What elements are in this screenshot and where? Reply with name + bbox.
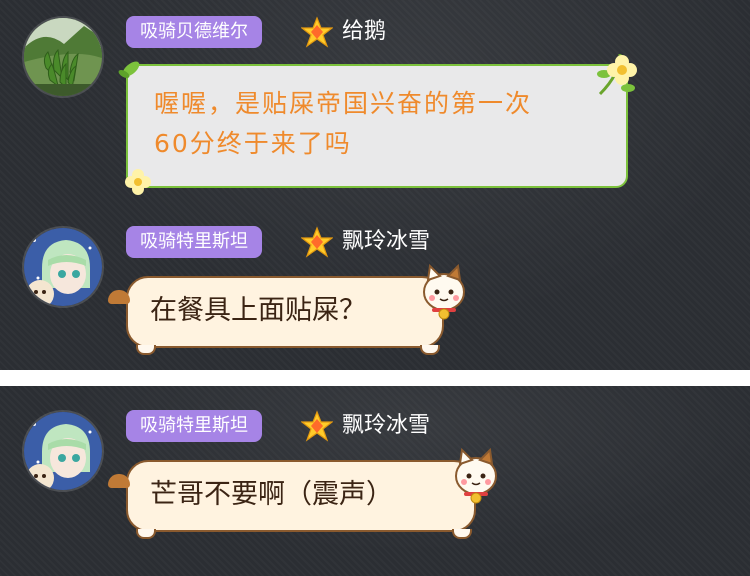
username[interactable]: 给鹅 <box>342 16 386 48</box>
user-title-badge: 吸骑特里斯坦 <box>126 226 262 258</box>
user-title-badge: 吸骑特里斯坦 <box>126 410 262 442</box>
cat-paw-decoration <box>452 529 472 539</box>
message-bubble[interactable]: 喔喔，是贴屎帝国兴奋的第一次 60分终于来了吗 <box>126 64 628 188</box>
message-text: 芒哥不要啊（震声） <box>150 479 393 510</box>
message-bubble[interactable]: 在餐具上面贴屎？ <box>126 276 444 348</box>
banana-avatar[interactable] <box>22 16 104 98</box>
message-text: 喔喔，是贴屎帝国兴奋的第一次 60分终于来了吗 <box>154 89 533 158</box>
message-text: 在餐具上面贴屎？ <box>150 295 366 326</box>
star-icon <box>301 16 333 48</box>
lucky-cat-icon <box>455 447 497 504</box>
cat-paw-decoration <box>136 529 156 539</box>
anime-girl-avatar[interactable] <box>22 226 104 308</box>
cat-paw-decoration <box>136 345 156 355</box>
flower-decoration-icon <box>597 53 637 96</box>
star-icon <box>301 226 333 258</box>
cat-ear-decoration <box>108 474 130 488</box>
chat-panel-bottom: 吸骑特里斯坦 飘玲冰雪 芒哥不要啊（震声） <box>0 386 750 576</box>
user-title-badge: 吸骑贝德维尔 <box>126 16 262 48</box>
star-icon <box>301 410 333 442</box>
message-bubble[interactable]: 芒哥不要啊（震声） <box>126 460 476 532</box>
leaf-decoration-icon <box>118 61 140 78</box>
anime-girl-avatar[interactable] <box>22 410 104 492</box>
lucky-cat-icon <box>423 263 465 320</box>
flower-decoration-icon <box>125 169 151 195</box>
cat-paw-decoration <box>420 345 440 355</box>
username[interactable]: 飘玲冰雪 <box>342 226 430 258</box>
chat-panel-top: 吸骑贝德维尔 给鹅 喔喔，是贴屎帝国兴奋的第一次 60分终于来了吗 吸骑特里斯坦… <box>0 0 750 370</box>
cat-ear-decoration <box>108 290 130 304</box>
username[interactable]: 飘玲冰雪 <box>342 410 430 442</box>
